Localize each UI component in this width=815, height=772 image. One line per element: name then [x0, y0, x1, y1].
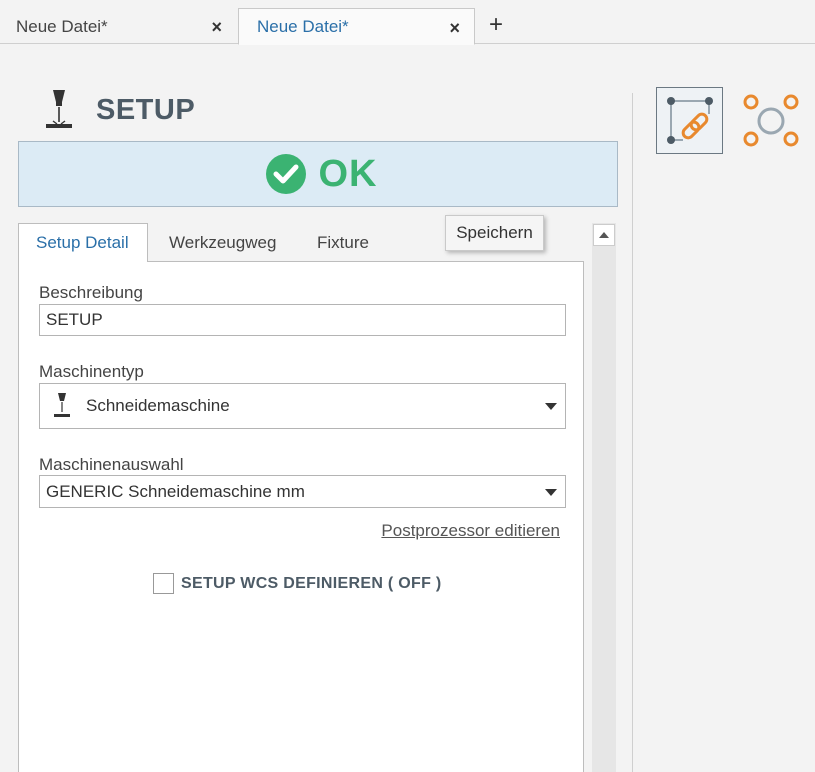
document-tab-label: Neue Datei*: [16, 16, 108, 36]
machine-type-select[interactable]: Schneidemaschine: [39, 383, 566, 429]
machine-type-value: Schneidemaschine: [86, 396, 230, 415]
status-text: OK: [318, 152, 378, 195]
scroll-up-arrow-icon[interactable]: [593, 224, 615, 246]
description-label: Beschreibung: [39, 283, 143, 302]
machine-select-label: Maschinenauswahl: [39, 455, 184, 474]
wcs-label: SETUP WCS DEFINIEREN ( OFF ): [181, 574, 442, 592]
setup-detail-panel: Beschreibung SETUP Maschinentyp Schneide…: [18, 261, 584, 772]
link-select-tool-button[interactable]: [656, 87, 723, 154]
document-tab-bar: Neue Datei* × Neue Datei* × +: [0, 0, 815, 45]
laser-cutter-icon: [46, 90, 72, 128]
vertical-scrollbar[interactable]: [592, 223, 616, 772]
document-tab-label: Neue Datei*: [257, 16, 349, 36]
page-title: SETUP: [96, 94, 196, 126]
tab-setup-detail[interactable]: Setup Detail: [18, 223, 148, 262]
wcs-checkbox[interactable]: [153, 573, 174, 594]
save-button[interactable]: Speichern: [445, 215, 544, 251]
description-input[interactable]: SETUP: [39, 304, 566, 336]
checkmark-circle-icon: [265, 154, 306, 194]
close-icon[interactable]: ×: [211, 17, 222, 38]
status-banner: OK: [18, 141, 618, 207]
close-icon[interactable]: ×: [449, 18, 460, 39]
machine-select[interactable]: GENERIC Schneidemaschine mm: [39, 475, 566, 508]
chevron-down-icon: [545, 488, 557, 496]
postprocessor-edit-link[interactable]: Postprozessor editieren: [381, 521, 560, 541]
nodes-icon[interactable]: [742, 93, 800, 149]
document-tab-1[interactable]: Neue Datei* ×: [0, 8, 236, 45]
divider: [632, 93, 633, 772]
document-tab-2-active[interactable]: Neue Datei* ×: [238, 8, 475, 45]
tab-werkzeugweg[interactable]: Werkzeugweg: [169, 223, 276, 262]
add-tab-button[interactable]: +: [489, 12, 503, 38]
machine-type-label: Maschinentyp: [39, 362, 144, 381]
machine-select-value: GENERIC Schneidemaschine mm: [46, 481, 305, 501]
laser-cutter-icon: [54, 393, 70, 417]
wcs-toggle-row: SETUP WCS DEFINIEREN ( OFF ): [153, 573, 442, 594]
link-select-icon: [667, 97, 713, 144]
tab-fixture[interactable]: Fixture: [317, 223, 369, 262]
chevron-down-icon: [545, 403, 557, 410]
